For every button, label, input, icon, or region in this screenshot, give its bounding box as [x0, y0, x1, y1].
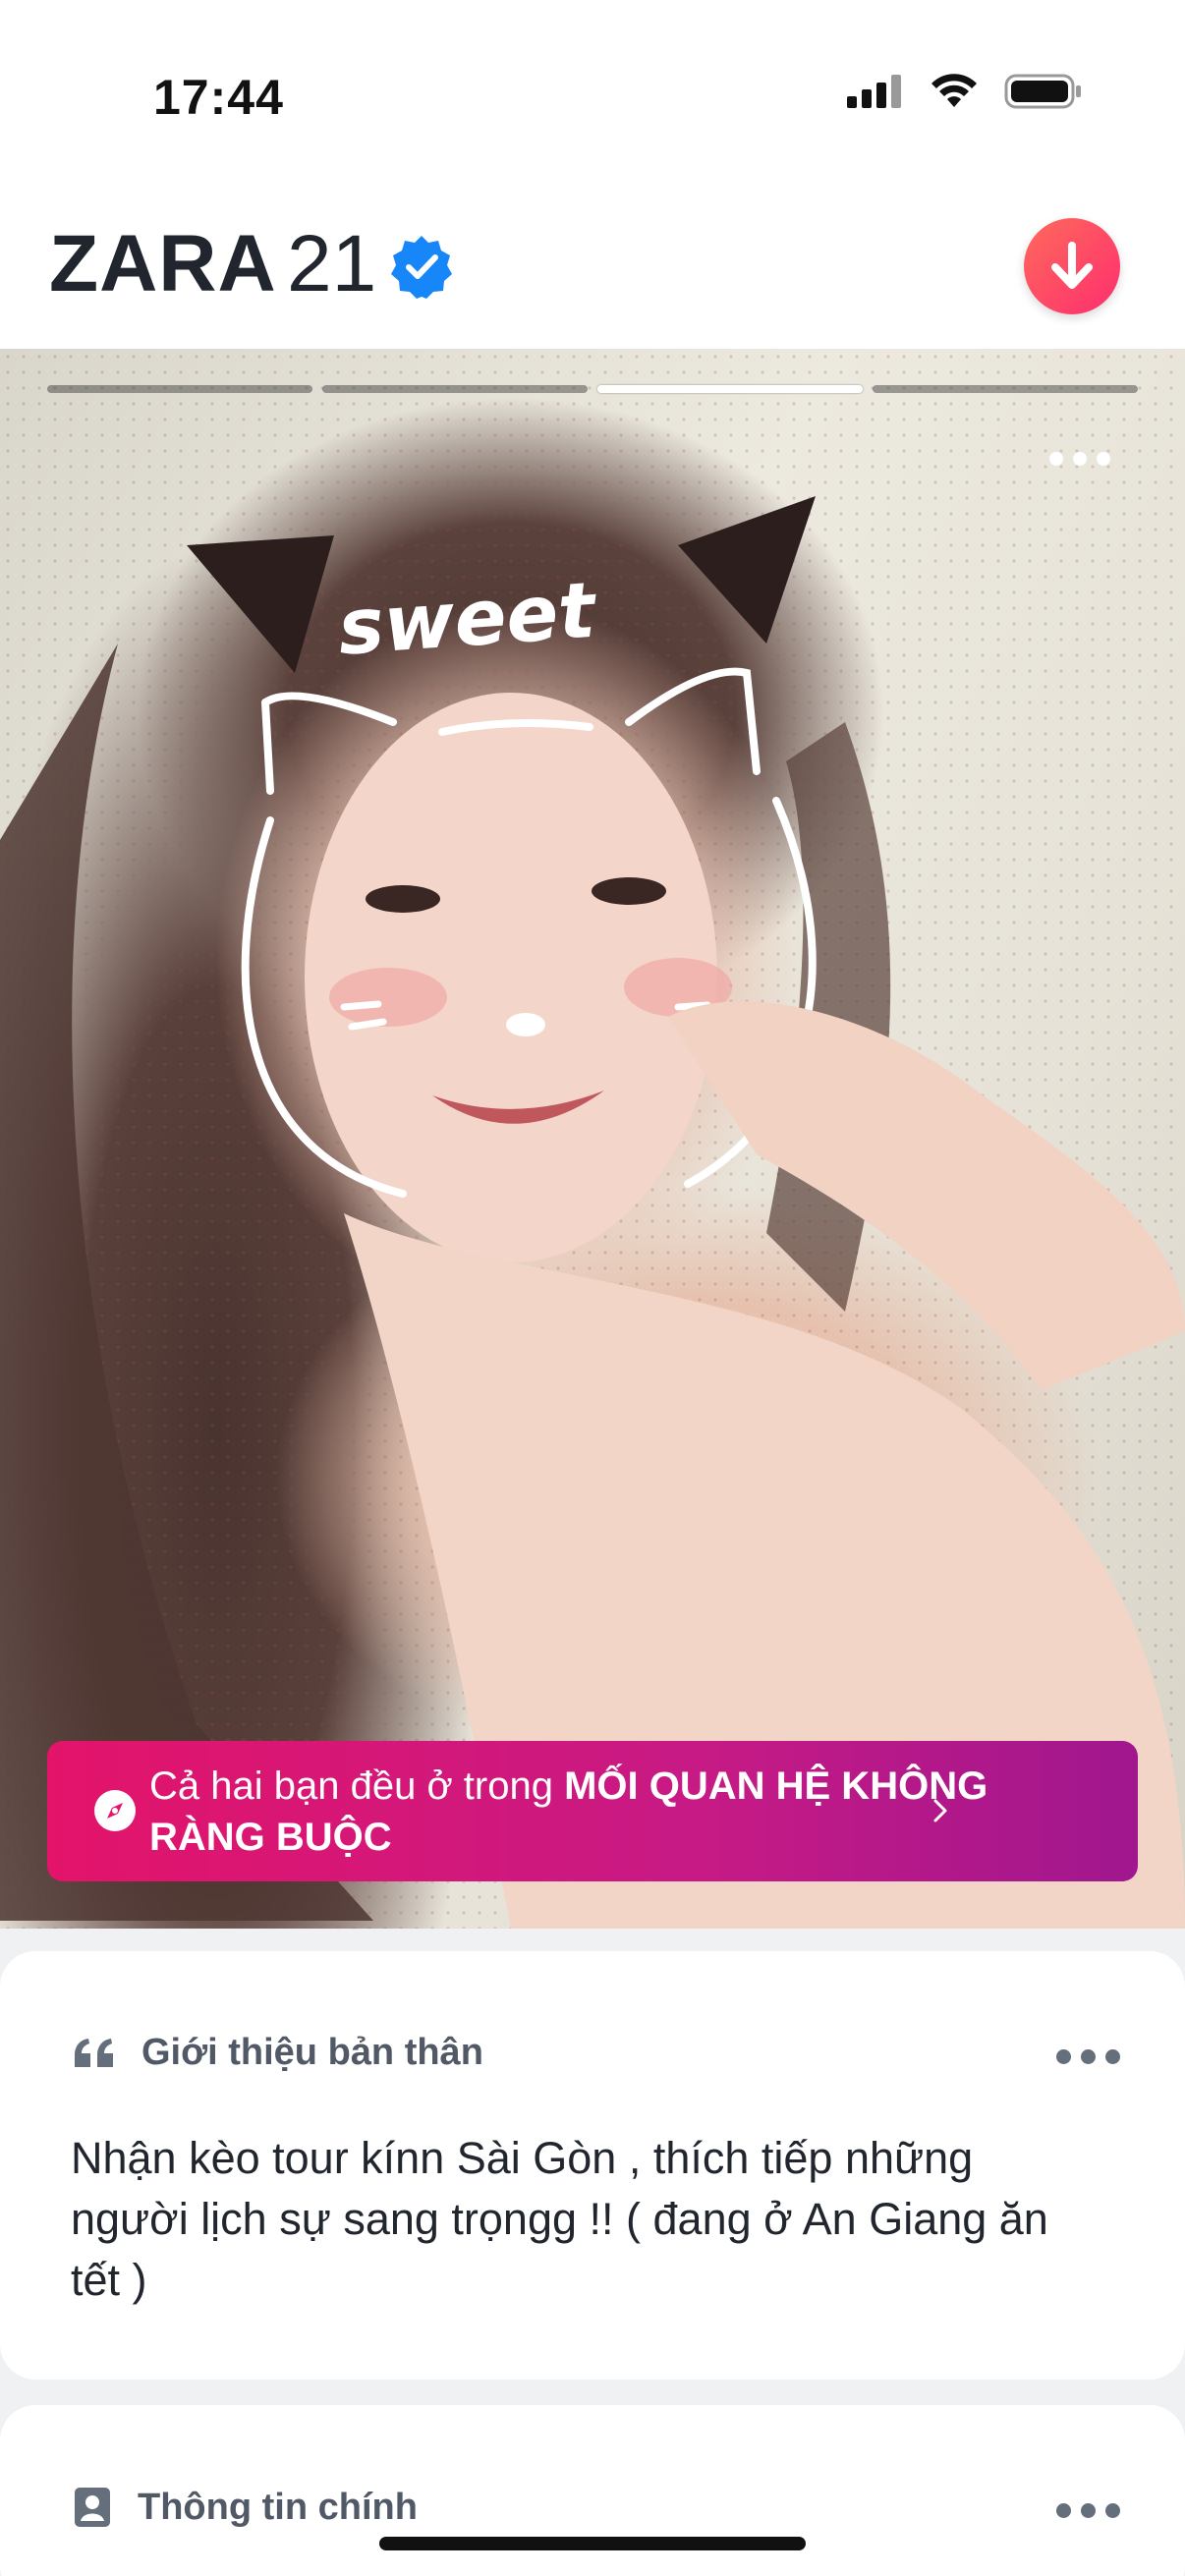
about-more-button[interactable] [1056, 2049, 1120, 2064]
profile-name: ZARA [49, 219, 277, 308]
wifi-icon [931, 74, 977, 107]
quote-icon [75, 2038, 113, 2067]
chevron-right-icon [933, 1799, 947, 1822]
verified-badge-icon [391, 236, 452, 299]
status-icons [847, 73, 1083, 110]
about-bio-text: Nhận kèo tour kínn Sài Gòn , thích tiếp … [71, 2133, 1048, 2305]
profile-age: 21 [287, 219, 377, 308]
arrow-down-icon [1051, 242, 1093, 289]
banner-prefix: Cả hai bạn đều ở trong [149, 1764, 565, 1808]
home-indicator [379, 2537, 806, 2550]
about-card-header: Giới thiệu bản thân [73, 2032, 483, 2074]
cat-filter-overlay: sweet [0, 496, 1185, 1929]
profile-photo[interactable]: sweet [0, 349, 1185, 1929]
cellular-signal-icon [847, 75, 901, 108]
about-card-title: Giới thiệu bản thân [141, 2032, 483, 2073]
battery-icon [1004, 74, 1081, 109]
basics-card-title: Thông tin chính [138, 2486, 418, 2528]
basics-card-header: Thông tin chính [73, 2486, 418, 2529]
about-card: Giới thiệu bản thân Nhận kèo tour kínn S… [0, 1951, 1185, 2380]
basics-more-button[interactable] [1056, 2503, 1120, 2518]
status-bar: 17:44 [0, 0, 1185, 187]
sweet-sticker-text: sweet [335, 567, 600, 673]
id-badge-icon [75, 2488, 110, 2527]
relationship-banner[interactable]: Cả hai bạn đều ở trong MỐI QUAN HỆ KHÔNG… [47, 1741, 1138, 1881]
collapse-profile-button[interactable] [1024, 218, 1120, 314]
status-time: 17:44 [153, 70, 284, 125]
relationship-banner-text: Cả hai bạn đều ở trong MỐI QUAN HỆ KHÔNG… [149, 1761, 1020, 1863]
compass-icon [94, 1790, 136, 1831]
